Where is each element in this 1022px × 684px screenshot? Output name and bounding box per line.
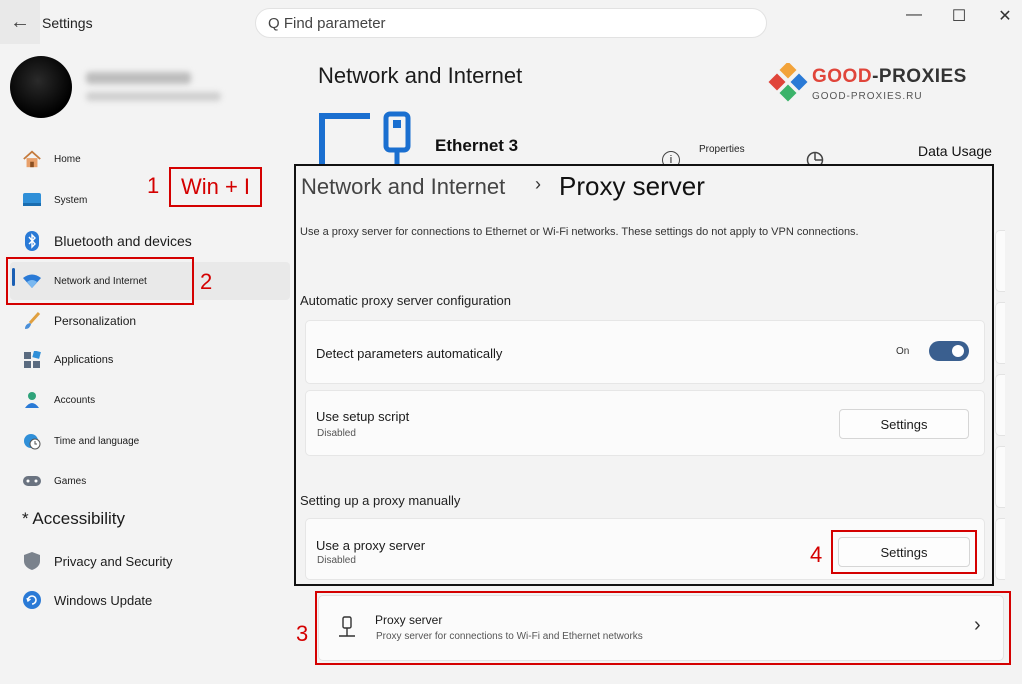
data-usage-link[interactable]: Data Usage [918, 143, 992, 159]
sidebar-item-games[interactable]: Games [10, 462, 290, 500]
sidebar-item-label: Time and language [54, 435, 140, 447]
detect-label: Detect parameters automatically [316, 346, 503, 361]
annotation-step-1-text: Win + I [180, 174, 251, 199]
manual-proxy-label: Use a proxy server [316, 538, 426, 553]
annotation-step-2-box [6, 257, 194, 305]
sidebar-item-time-language[interactable]: Time and language [10, 422, 290, 460]
blurred-user-name [86, 72, 191, 84]
setup-script-label: Use setup script [316, 409, 410, 424]
sidebar-item-accessibility[interactable]: * Accessibility [10, 500, 290, 538]
sidebar-item-label: Personalization [54, 314, 137, 328]
breadcrumb-current: Proxy server [559, 171, 705, 201]
sidebar-item-accounts[interactable]: Accounts [10, 381, 290, 419]
proxy-description: Use a proxy server for connections to Et… [300, 226, 859, 238]
toggle-knob [952, 345, 964, 357]
properties-link[interactable]: Properties [699, 144, 745, 155]
close-button[interactable]: ✕ [994, 6, 1016, 26]
setup-script-settings-button[interactable]: Settings [839, 409, 969, 439]
apps-icon [22, 350, 42, 370]
sidebar-item-label: Games [54, 475, 87, 487]
sidebar-item-label: Applications [54, 354, 114, 366]
annotation-step-1-box: Win + I [169, 167, 262, 207]
logo-text: GOOD-PROXIES [812, 66, 967, 88]
background-card [995, 446, 1005, 508]
back-button[interactable]: ← [0, 0, 40, 44]
sidebar-item-windows-update[interactable]: Windows Update [10, 581, 290, 619]
sidebar-item-label: * Accessibility [22, 509, 125, 528]
logo-subtitle: GOOD-PROXIES.RU [812, 91, 923, 102]
clock-globe-icon [22, 431, 42, 451]
sidebar-item-privacy[interactable]: Privacy and Security [10, 542, 290, 580]
annotation-step-4-box [831, 530, 977, 574]
detect-state-label: On [896, 346, 910, 357]
annotation-step-1-number: 1 [147, 173, 160, 198]
sidebar-item-label: Bluetooth and devices [54, 233, 192, 249]
app-title: Settings [42, 15, 93, 31]
blurred-user-email [86, 92, 221, 101]
good-proxies-logo-icon [768, 63, 808, 102]
avatar[interactable] [10, 56, 72, 118]
breadcrumb-parent[interactable]: Network and Internet [301, 174, 505, 200]
sidebar-item-applications[interactable]: Applications [10, 341, 290, 379]
sidebar-item-bluetooth[interactable]: Bluetooth and devices [10, 222, 290, 260]
manual-section-title: Setting up a proxy manually [300, 493, 461, 508]
search-input[interactable]: Q Find parameter [255, 8, 767, 38]
person-icon [22, 390, 42, 410]
ethernet-icon [319, 111, 411, 166]
shield-icon [22, 551, 42, 571]
breadcrumb-separator: › [535, 174, 541, 194]
annotation-step-3-number: 3 [296, 621, 309, 646]
logo-brand-good: GOOD [812, 66, 873, 87]
search-placeholder: Q Find parameter [268, 14, 386, 32]
sidebar-item-label: Privacy and Security [54, 553, 173, 569]
update-icon [22, 590, 42, 610]
ethernet-name: Ethernet 3 [435, 136, 519, 155]
annotation-step-4-number: 4 [810, 542, 823, 567]
annotation-step-3-box [315, 591, 1011, 665]
background-card [995, 374, 1005, 436]
sidebar-item-personalization[interactable]: Personalization [10, 302, 290, 340]
manual-proxy-status: Disabled [317, 555, 356, 566]
maximize-button[interactable]: ☐ [948, 6, 970, 26]
sidebar-item-label: Windows Update [54, 592, 153, 608]
background-card [995, 518, 1005, 580]
background-card [995, 230, 1005, 292]
gamepad-icon [22, 471, 42, 491]
bluetooth-icon [22, 231, 42, 251]
sidebar-item-label: System [54, 194, 88, 206]
auto-config-section-title: Automatic proxy server configuration [300, 293, 511, 308]
page-title: Network and Internet [318, 63, 523, 88]
sidebar-item-label: Home [54, 153, 81, 165]
logo-brand-rest: -PROXIES [872, 66, 967, 87]
brush-icon [22, 311, 42, 331]
sidebar-item-label: Accounts [54, 394, 96, 406]
minimize-button[interactable]: — [903, 6, 925, 24]
arrow-left-icon: ← [10, 10, 30, 33]
annotation-step-2-number: 2 [200, 269, 213, 294]
home-icon [22, 149, 42, 169]
setup-script-status: Disabled [317, 428, 356, 439]
system-icon [22, 190, 42, 210]
background-card [995, 302, 1005, 364]
